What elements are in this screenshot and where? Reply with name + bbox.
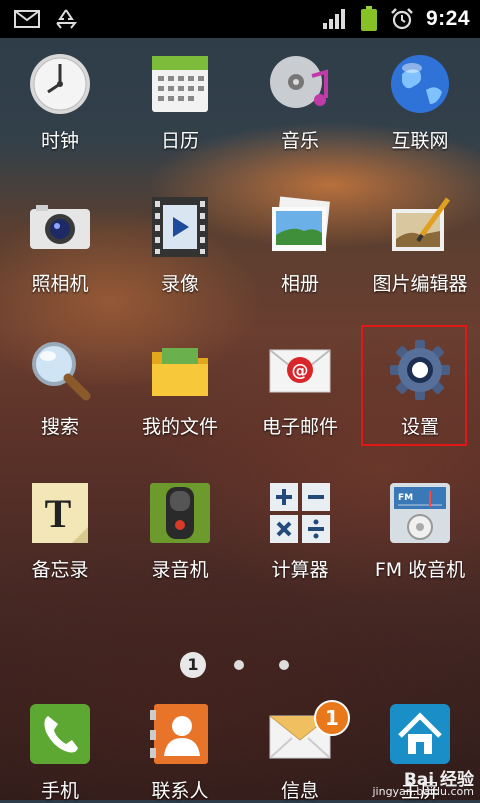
calendar-icon: [152, 56, 208, 112]
app-internet[interactable]: 互联网: [360, 38, 480, 181]
status-clock: 9:24: [425, 7, 470, 30]
app-label: 音乐: [280, 130, 319, 152]
contacts-icon: [150, 704, 208, 764]
app-gallery[interactable]: 相册: [240, 181, 360, 324]
app-label: FM 收音机: [374, 559, 466, 581]
photo-editor-icon: [392, 197, 451, 251]
app-label: 信息: [280, 780, 319, 802]
folder-icon: [152, 348, 208, 396]
app-memo[interactable]: T 备忘录: [0, 467, 120, 610]
settings-highlight-frame: [361, 325, 467, 446]
page-dot-2[interactable]: [234, 660, 244, 670]
app-camera[interactable]: 照相机: [0, 181, 120, 324]
video-icon: [152, 197, 208, 257]
app-clock[interactable]: 时钟: [0, 38, 120, 181]
app-label: 录像: [160, 273, 199, 295]
app-label: 手机: [40, 780, 79, 802]
app-search[interactable]: 搜索: [0, 324, 120, 467]
clock-icon: [30, 54, 90, 114]
page-dot-3[interactable]: [279, 660, 289, 670]
app-calculator[interactable]: 计算器: [240, 467, 360, 610]
app-label: 联系人: [151, 780, 209, 802]
app-label: 相册: [280, 273, 319, 295]
svg-text:T: T: [45, 491, 72, 536]
page-current[interactable]: 1: [180, 652, 206, 678]
message-badge-count: 1: [325, 706, 339, 730]
app-label: 电子邮件: [261, 416, 338, 438]
fm-radio-icon: FM: [390, 483, 450, 543]
message-badge: 1: [314, 700, 350, 736]
phone-icon: [30, 704, 90, 764]
app-video[interactable]: 录像: [120, 181, 240, 324]
app-label: 时钟: [40, 130, 79, 152]
app-label: 录音机: [151, 559, 209, 581]
watermark: Bai 经验 jingyan.baidu.com: [372, 772, 474, 798]
battery-icon: [360, 6, 377, 31]
app-fm-radio[interactable]: FM FM 收音机: [360, 467, 480, 610]
app-voice-recorder[interactable]: 录音机: [120, 467, 240, 610]
memo-icon: T: [32, 483, 88, 543]
home-icon: [390, 704, 450, 764]
app-music[interactable]: 音乐: [240, 38, 360, 181]
app-photo-editor[interactable]: 图片编辑器: [360, 181, 480, 324]
mail-icon: [14, 10, 40, 28]
page-indicator[interactable]: 1: [0, 650, 480, 678]
svg-text:FM: FM: [398, 493, 413, 503]
recycle-icon: [56, 9, 78, 29]
app-label: 我的文件: [141, 416, 218, 438]
watermark-url: jingyan.baidu.com: [372, 785, 474, 798]
app-calendar[interactable]: 日历: [120, 38, 240, 181]
signal-icon: [322, 9, 345, 29]
voice-recorder-icon: [150, 483, 210, 543]
app-label: 照相机: [31, 273, 89, 295]
music-icon: [270, 56, 328, 108]
app-label: 互联网: [391, 130, 449, 152]
calculator-icon: [270, 483, 330, 543]
app-grid: 时钟 日历 音乐 互联网 照相机 录像 相册 图片编辑器 搜索 我的文件 @ 电…: [0, 38, 480, 610]
app-label: 备忘录: [31, 559, 89, 581]
app-label: 计算器: [271, 559, 329, 581]
app-email[interactable]: @ 电子邮件: [240, 324, 360, 467]
gallery-icon: [272, 196, 330, 251]
app-my-files[interactable]: 我的文件: [120, 324, 240, 467]
app-label: 日历: [160, 130, 199, 152]
dock-contacts[interactable]: 联系人: [120, 690, 240, 802]
camera-icon: [30, 205, 90, 249]
search-icon: [32, 342, 91, 401]
status-bar[interactable]: 9:24: [0, 0, 480, 38]
app-label: 搜索: [40, 416, 79, 438]
globe-icon: [391, 55, 449, 113]
alarm-icon: [391, 8, 413, 30]
email-icon: @: [269, 349, 331, 393]
app-label: 图片编辑器: [372, 273, 468, 295]
dock-phone[interactable]: 手机: [0, 690, 120, 802]
svg-text:@: @: [292, 361, 309, 381]
